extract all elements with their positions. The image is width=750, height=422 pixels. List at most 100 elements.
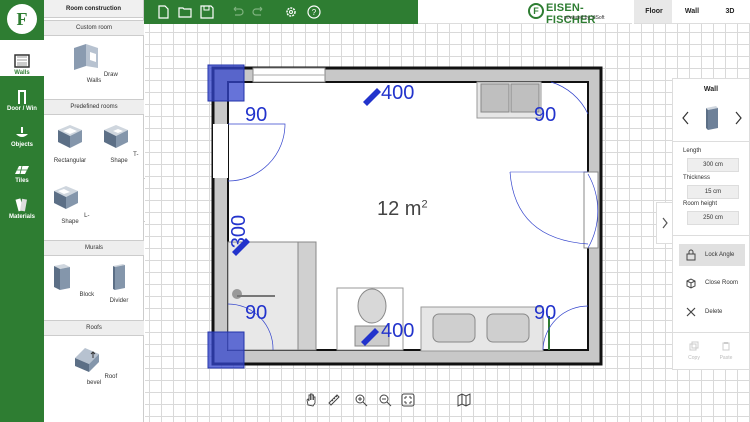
block-item[interactable]: Block [45, 262, 95, 298]
zoom-in-icon[interactable] [354, 393, 368, 407]
pan-hand-icon[interactable] [304, 393, 318, 407]
draw-walls-label: Draw Walls [86, 72, 118, 84]
angle-bottom-right: 90 [534, 302, 557, 324]
tab-floor[interactable]: Floor [634, 0, 674, 24]
divider-item[interactable]: Divider [94, 262, 144, 304]
block-label: Block [79, 292, 95, 298]
map-view-icon[interactable] [457, 393, 471, 407]
nav-materials-label: Materials [8, 214, 35, 220]
objects-icon [16, 127, 28, 137]
undo-icon[interactable] [230, 5, 244, 19]
draw-walls-thumbnail [74, 44, 99, 70]
roof-bevel-label: Roof bevel [86, 374, 118, 386]
zoom-out-icon[interactable] [378, 393, 392, 407]
l-shape-room-thumbnail [54, 186, 79, 209]
nav-door-win[interactable]: Door / Win [0, 76, 44, 112]
copy-icon[interactable] [689, 341, 699, 351]
block-thumbnail [53, 264, 70, 290]
properties-panel: Wall Length 300 cm Thickness 15 cm Room … [672, 78, 750, 370]
corner-handle-bottom-left [207, 331, 245, 369]
next-wall-icon[interactable] [733, 111, 743, 125]
t-shape-label: T-Shape [110, 152, 139, 164]
app-window: F Walls Door / Win Objects Tiles Materia… [0, 0, 750, 422]
chevron-right-icon [662, 217, 668, 229]
section-predefined-rooms: Predefined rooms [44, 99, 144, 115]
dimension-bottom[interactable]: 400 [381, 320, 414, 343]
bottom-toolbar [300, 390, 480, 412]
copy-label: Copy [688, 355, 700, 361]
lock-icon [686, 249, 696, 261]
nav-objects[interactable]: Objects [0, 112, 44, 148]
length-label: Length [683, 148, 702, 154]
brand-subtitle: powered by ViSoft [564, 15, 605, 21]
close-room-icon [686, 278, 696, 289]
rectangular-room-item[interactable]: Rectangular [45, 122, 95, 164]
left-navigation: F Walls Door / Win Objects Tiles Materia… [0, 0, 44, 422]
paste-icon[interactable] [721, 341, 731, 351]
close-room-label: Close Room [705, 280, 739, 286]
door-icon [18, 90, 26, 104]
prev-wall-icon[interactable] [681, 111, 691, 125]
nav-materials[interactable]: Materials [0, 184, 44, 220]
wall-preview-icon [706, 106, 718, 130]
rectangular-label: Rectangular [53, 158, 87, 164]
right-panel-collapse-button[interactable] [656, 202, 672, 244]
shower-head [232, 289, 242, 299]
dimension-top[interactable]: 400 [381, 82, 414, 105]
save-icon[interactable] [200, 5, 214, 19]
t-shape-room-item[interactable]: T-Shape [94, 122, 144, 164]
room-height-field[interactable]: 250 cm [687, 211, 739, 225]
walls-icon [14, 54, 30, 68]
door-left-gap [213, 124, 228, 178]
tab-3d[interactable]: 3D [710, 0, 750, 24]
delete-x-icon [686, 307, 696, 317]
top-toolbar: ? [144, 0, 418, 24]
angle-top-right: 90 [534, 104, 557, 126]
materials-icon [15, 198, 27, 212]
open-folder-icon[interactable] [178, 5, 192, 19]
l-shape-room-item[interactable]: L-Shape [45, 183, 95, 225]
divider-thumbnail [113, 264, 125, 290]
tiles-icon [15, 165, 29, 175]
roof-bevel-thumbnail [74, 348, 99, 372]
library-title: Room construction [44, 0, 143, 18]
l-shape-label: L-Shape [61, 213, 90, 225]
measure-ruler-icon[interactable] [327, 393, 341, 407]
app-logo: F [7, 4, 37, 34]
section-roofs: Roofs [44, 320, 144, 336]
thickness-field[interactable]: 15 cm [687, 185, 739, 199]
angle-top-left: 90 [245, 104, 268, 126]
divider-label: Divider [109, 298, 129, 304]
dimension-left[interactable]: 300 [228, 215, 251, 248]
help-icon[interactable]: ? [307, 5, 321, 19]
rectangular-room-thumbnail [58, 125, 82, 148]
nav-walls[interactable]: Walls [0, 40, 44, 76]
roof-bevel-item[interactable]: Roof bevel [69, 344, 119, 386]
section-custom-room: Custom room [44, 20, 144, 36]
nav-tiles[interactable]: Tiles [0, 148, 44, 184]
settings-gear-icon[interactable] [284, 5, 298, 19]
tab-wall[interactable]: Wall [672, 0, 712, 24]
draw-walls-item[interactable]: Draw Walls [69, 42, 119, 84]
t-shape-room-thumbnail [103, 125, 128, 148]
fit-to-screen-icon[interactable] [401, 393, 415, 407]
library-panel: Room construction Custom room Draw Walls… [44, 0, 144, 422]
angle-bottom-left: 90 [245, 302, 268, 324]
paste-label: Paste [719, 355, 733, 361]
toilet-bowl [357, 288, 387, 324]
delete-button[interactable]: Delete [679, 301, 745, 323]
window-right [583, 171, 599, 249]
lock-angle-button[interactable]: Lock Angle [679, 244, 745, 266]
new-file-icon[interactable] [156, 5, 170, 19]
redo-icon[interactable] [252, 5, 266, 19]
room-area-label: 12 m2 [377, 198, 428, 220]
room-height-label: Room height [683, 201, 718, 207]
delete-label: Delete [705, 309, 723, 315]
brand-name: EISEN-FISCHER [546, 2, 596, 26]
close-room-button[interactable]: Close Room [679, 272, 745, 294]
length-field[interactable]: 300 cm [687, 158, 739, 172]
lock-angle-label: Lock Angle [705, 252, 735, 258]
brand-logo: F [528, 3, 544, 19]
svg-text:?: ? [312, 8, 317, 17]
properties-title: Wall [703, 86, 719, 93]
